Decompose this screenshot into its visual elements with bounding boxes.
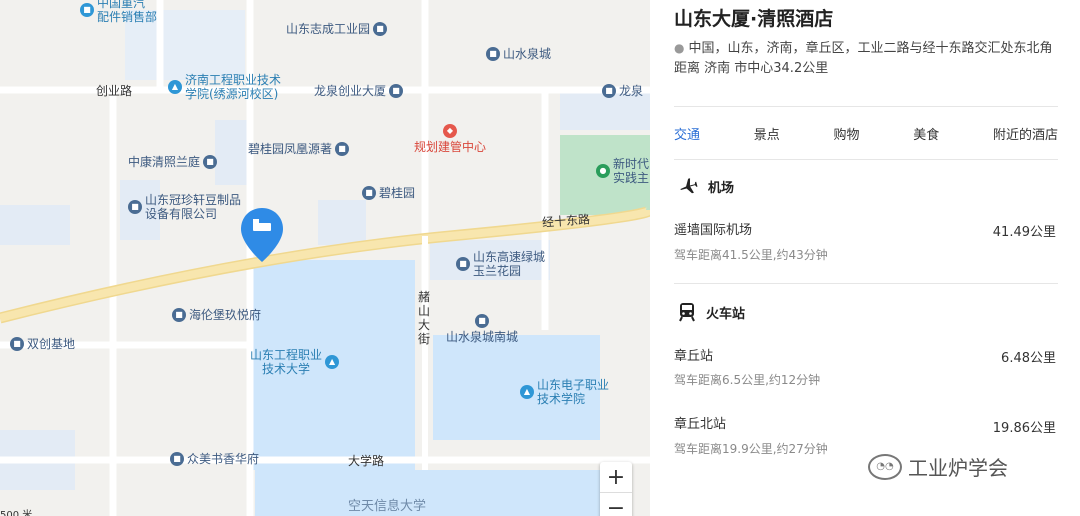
poi-zhongguo-zhongqi[interactable]: ■ 中国重汽 配件销售部 xyxy=(80,0,157,24)
tab-shopping[interactable]: 购物 xyxy=(833,124,859,143)
station-drive-detail: 驾车距离19.9公里,约27分钟 xyxy=(674,442,828,456)
station-name: 章丘北站 xyxy=(674,417,727,432)
tab-transport[interactable]: 交通 xyxy=(674,124,700,143)
poi-shanshuiquancheng[interactable]: ■ 山水泉城 xyxy=(486,47,551,61)
poi-zhicheng[interactable]: ■ 山东志成工业园 xyxy=(286,22,388,36)
building-icon: ■ xyxy=(456,257,470,271)
government-icon: ◆ xyxy=(443,124,457,138)
map-view[interactable]: 创业路 经十东路 大学路 赭 山 大 街 ■ 中国重汽 配件销售部 ■ 山东志成工业… xyxy=(0,0,650,516)
building-icon: ■ xyxy=(172,308,186,322)
building-icon: ■ xyxy=(80,3,94,17)
building-icon: ■ xyxy=(475,314,489,328)
building-icon: ■ xyxy=(389,84,404,98)
section-divider xyxy=(674,283,1058,284)
station-name: 章丘站 xyxy=(674,349,714,364)
school-icon: ▲ xyxy=(325,355,340,369)
poi-shandong-engineering[interactable]: ▲ 山东工程职业 技术大学 xyxy=(250,348,340,376)
road-label-chuangye: 创业路 xyxy=(96,84,133,98)
school-icon: ▲ xyxy=(168,80,182,94)
park-icon: ● xyxy=(596,164,610,178)
poi-shanshui-nancheng[interactable]: ■ 山水泉城南城 xyxy=(446,314,518,344)
hotel-name: 山东大厦·清照酒店 xyxy=(674,8,834,30)
building-icon: ■ xyxy=(203,155,218,169)
airport-name: 遥墙国际机场 xyxy=(674,223,753,238)
zoom-control: + − xyxy=(600,462,632,516)
poi-longquan-chuangye[interactable]: ■ 龙泉创业大厦 xyxy=(314,84,404,98)
road-label-heshan: 赭 山 大 街 xyxy=(417,290,430,346)
map-scale: 500 米 xyxy=(0,510,33,516)
building-icon: ■ xyxy=(373,22,388,36)
tab-attractions[interactable]: 景点 xyxy=(754,124,780,143)
location-pin-icon: ● xyxy=(674,41,685,55)
poi-biguiyuan-fenghuang[interactable]: ■ 碧桂园凤凰源著 xyxy=(248,142,350,156)
train-icon xyxy=(679,303,695,322)
building-icon: ■ xyxy=(128,200,142,214)
poi-gaosu-lvcheng[interactable]: ■ 山东高速绿城 玉兰花园 xyxy=(456,250,545,278)
train-heading: 火车站 xyxy=(678,302,745,322)
building-icon: ■ xyxy=(486,47,500,61)
wechat-icon: ◔◔ xyxy=(868,453,902,480)
station-drive-detail: 驾车距离6.5公里,约12分钟 xyxy=(674,373,821,387)
road-label-daxue: 大学路 xyxy=(348,454,385,468)
building-icon: ■ xyxy=(362,186,376,200)
school-icon: ▲ xyxy=(520,385,534,399)
zoom-in-button[interactable]: + xyxy=(600,462,632,492)
airport-drive-detail: 驾车距离41.5公里,约43分钟 xyxy=(674,248,828,262)
poi-xinshidai[interactable]: ● 新时代 实践主 xyxy=(596,157,649,185)
poi-guihua[interactable]: ◆ 规划建管中心 xyxy=(414,124,486,154)
poi-kongtian[interactable]: 空天信息大学 xyxy=(348,500,426,514)
zoom-out-button[interactable]: − xyxy=(600,492,632,516)
station-distance: 19.86公里 xyxy=(992,421,1056,436)
poi-guanzhenxuan[interactable]: ■ 山东冠珍轩豆制品 设备有限公司 xyxy=(128,193,241,221)
watermark: ◔◔ 工业炉学会 xyxy=(868,452,1008,481)
map-canvas xyxy=(0,0,650,516)
building-icon: ■ xyxy=(10,337,24,351)
poi-biguiyuan[interactable]: ■ 碧桂园 xyxy=(362,186,415,200)
station-distance: 6.48公里 xyxy=(1001,351,1056,366)
airport-heading: 机场 xyxy=(678,176,734,196)
hotel-address: ● 中国，山东，济南，章丘区，工业二路与经十东路交汇处东北角 距离 济南 市中心3… xyxy=(674,41,1053,76)
tab-nearby-hotels[interactable]: 附近的酒店 xyxy=(993,124,1058,143)
poi-zhongmei[interactable]: ■ 众美书香华府 xyxy=(170,452,259,466)
building-icon: ■ xyxy=(170,452,184,466)
airplane-icon xyxy=(680,178,698,194)
road-label-jingshi: 经十东路 xyxy=(541,212,591,230)
poi-shuangchuang[interactable]: ■ 双创基地 xyxy=(10,337,75,351)
poi-jinan-engineering[interactable]: ▲ 济南工程职业技术 学院(绣源河校区) xyxy=(168,73,281,101)
hotel-info-panel: 山东大厦·清照酒店 ● 中国，山东，济南，章丘区，工业二路与经十东路交汇处东北角 … xyxy=(650,0,1080,516)
nearby-tabs: 交通 景点 购物 美食 附近的酒店 xyxy=(674,106,1058,160)
poi-longquan[interactable]: ■ 龙泉 xyxy=(602,84,643,98)
tab-food[interactable]: 美食 xyxy=(913,124,939,143)
airport-distance: 41.49公里 xyxy=(992,225,1056,240)
building-icon: ■ xyxy=(602,84,616,98)
poi-hailunbao[interactable]: ■ 海伦堡玖悦府 xyxy=(172,308,261,322)
poi-zhongkang[interactable]: ■ 中康清照兰庭 xyxy=(128,155,218,169)
building-icon: ■ xyxy=(335,142,350,156)
poi-shandong-electronic[interactable]: ▲ 山东电子职业 技术学院 xyxy=(520,378,609,406)
